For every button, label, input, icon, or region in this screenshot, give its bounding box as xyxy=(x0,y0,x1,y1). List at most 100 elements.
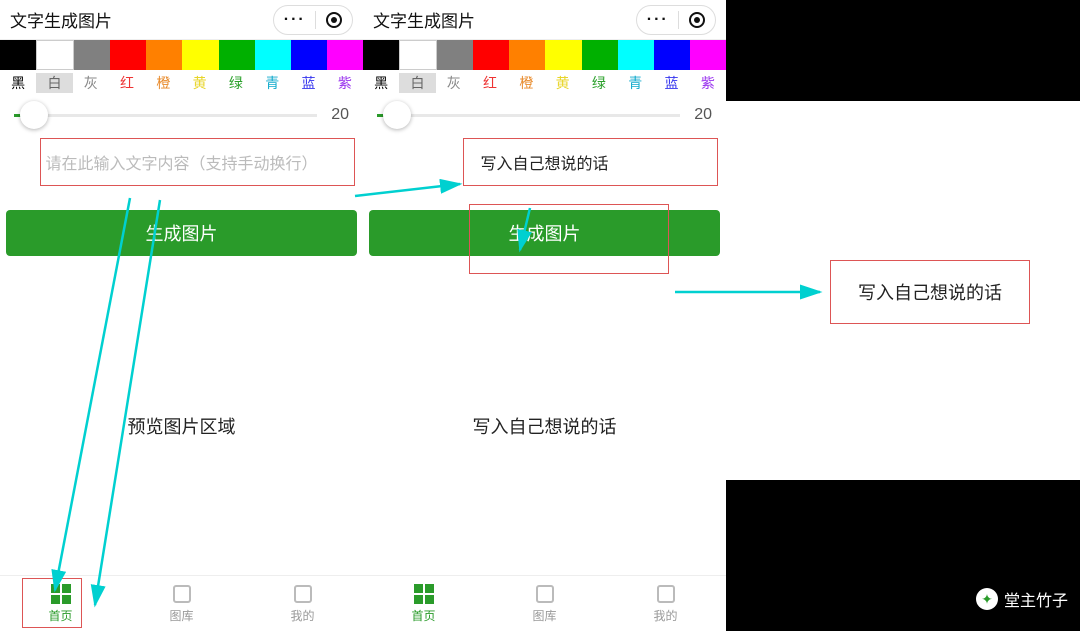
color-swatch-strip xyxy=(363,40,726,70)
color-label[interactable]: 绿 xyxy=(218,73,254,93)
color-swatch[interactable] xyxy=(363,40,399,70)
color-swatch[interactable] xyxy=(618,40,654,70)
home-icon xyxy=(413,583,435,605)
color-label[interactable]: 红 xyxy=(472,73,508,93)
color-swatch[interactable] xyxy=(110,40,146,70)
menu-icon[interactable]: ··· xyxy=(647,11,669,29)
tab-2[interactable]: 我的 xyxy=(242,576,363,631)
color-label[interactable]: 黄 xyxy=(181,73,217,93)
tab-label: 我的 xyxy=(653,607,677,624)
tab-0[interactable]: 首页 xyxy=(363,576,484,631)
preview-area: 预览图片区域 xyxy=(0,276,363,575)
color-label[interactable]: 青 xyxy=(254,73,290,93)
slider-track[interactable] xyxy=(377,114,680,117)
divider xyxy=(678,11,679,29)
color-swatch[interactable] xyxy=(509,40,545,70)
color-label[interactable]: 绿 xyxy=(581,73,617,93)
tab-1[interactable]: 图库 xyxy=(484,576,605,631)
color-swatch[interactable] xyxy=(437,40,473,70)
color-swatch[interactable] xyxy=(219,40,255,70)
phone-panel-1: 文字生成图片 ··· 黑白灰红橙黄绿青蓝紫 20 请在此输入文字内容（支持手动换… xyxy=(0,0,363,631)
slider-track[interactable] xyxy=(14,114,317,117)
color-label[interactable]: 灰 xyxy=(436,73,472,93)
generate-button[interactable]: 生成图片 xyxy=(6,210,357,256)
color-label[interactable]: 黑 xyxy=(0,73,36,93)
tab-label: 首页 xyxy=(48,607,72,624)
titlebar: 文字生成图片 ··· xyxy=(363,0,726,40)
color-label[interactable]: 蓝 xyxy=(653,73,689,93)
color-label-strip: 黑白灰红橙黄绿青蓝紫 xyxy=(0,70,363,96)
color-swatch[interactable] xyxy=(690,40,726,70)
color-label[interactable]: 黑 xyxy=(363,73,399,93)
color-swatch[interactable] xyxy=(327,40,363,70)
color-swatch[interactable] xyxy=(654,40,690,70)
tab-1[interactable]: 图库 xyxy=(121,576,242,631)
slider-value: 20 xyxy=(331,106,349,124)
color-label[interactable]: 白 xyxy=(36,73,72,93)
profile-icon xyxy=(292,583,314,605)
color-label[interactable]: 红 xyxy=(109,73,145,93)
color-swatch[interactable] xyxy=(291,40,327,70)
gallery-icon xyxy=(534,583,556,605)
color-label[interactable]: 橙 xyxy=(145,73,181,93)
close-icon[interactable] xyxy=(689,12,705,28)
app-title: 文字生成图片 xyxy=(10,7,273,32)
color-swatch[interactable] xyxy=(146,40,182,70)
color-label[interactable]: 灰 xyxy=(73,73,109,93)
color-swatch-strip xyxy=(0,40,363,70)
color-swatch[interactable] xyxy=(182,40,218,70)
color-swatch[interactable] xyxy=(473,40,509,70)
color-swatch[interactable] xyxy=(74,40,110,70)
gallery-icon xyxy=(171,583,193,605)
tab-label: 我的 xyxy=(290,607,314,624)
generate-button[interactable]: 生成图片 xyxy=(369,210,720,256)
watermark: ✦ 堂主竹子 xyxy=(976,587,1068,611)
color-label[interactable]: 黄 xyxy=(544,73,580,93)
slider-thumb[interactable] xyxy=(383,101,411,129)
tab-label: 图库 xyxy=(532,607,556,624)
phone-panel-2: 文字生成图片 ··· 黑白灰红橙黄绿青蓝紫 20 写入自己想说的话 生成图片 写… xyxy=(363,0,726,631)
color-swatch[interactable] xyxy=(399,40,437,70)
color-label-strip: 黑白灰红橙黄绿青蓝紫 xyxy=(363,70,726,96)
menu-icon[interactable]: ··· xyxy=(284,11,306,29)
color-swatch[interactable] xyxy=(255,40,291,70)
color-label[interactable]: 紫 xyxy=(327,73,363,93)
color-swatch[interactable] xyxy=(545,40,581,70)
wechat-icon: ✦ xyxy=(976,588,998,610)
slider-thumb[interactable] xyxy=(20,101,48,129)
preview-label: 预览图片区域 xyxy=(128,413,236,439)
color-swatch[interactable] xyxy=(582,40,618,70)
color-label[interactable]: 青 xyxy=(617,73,653,93)
profile-icon xyxy=(655,583,677,605)
color-label[interactable]: 白 xyxy=(399,73,435,93)
preview-area: 写入自己想说的话 xyxy=(363,276,726,575)
capsule-buttons[interactable]: ··· xyxy=(636,5,716,35)
close-icon[interactable] xyxy=(326,12,342,28)
divider xyxy=(315,11,316,29)
text-input[interactable]: 请在此输入文字内容（支持手动换行） xyxy=(0,140,363,184)
color-swatch[interactable] xyxy=(0,40,36,70)
font-size-slider[interactable]: 20 xyxy=(363,96,726,134)
home-icon xyxy=(50,583,72,605)
tab-bar: 首页 图库 我的 xyxy=(363,575,726,631)
preview-label: 写入自己想说的话 xyxy=(473,413,617,439)
slider-value: 20 xyxy=(694,106,712,124)
right-black-bar-top xyxy=(726,0,1080,101)
app-title: 文字生成图片 xyxy=(373,7,636,32)
titlebar: 文字生成图片 ··· xyxy=(0,0,363,40)
color-swatch[interactable] xyxy=(36,40,74,70)
right-desc-box: 写入自己想说的话 xyxy=(830,260,1030,324)
capsule-buttons[interactable]: ··· xyxy=(273,5,353,35)
font-size-slider[interactable]: 20 xyxy=(0,96,363,134)
input-placeholder: 请在此输入文字内容（支持手动换行） xyxy=(45,150,317,174)
tab-bar: 首页 图库 我的 xyxy=(0,575,363,631)
tab-2[interactable]: 我的 xyxy=(605,576,726,631)
color-label[interactable]: 蓝 xyxy=(290,73,326,93)
tab-label: 图库 xyxy=(169,607,193,624)
color-label[interactable]: 紫 xyxy=(690,73,726,93)
tab-0[interactable]: 首页 xyxy=(0,576,121,631)
text-input[interactable]: 写入自己想说的话 xyxy=(363,140,726,184)
tab-label: 首页 xyxy=(411,607,435,624)
color-label[interactable]: 橙 xyxy=(508,73,544,93)
input-text: 写入自己想说的话 xyxy=(480,150,608,174)
